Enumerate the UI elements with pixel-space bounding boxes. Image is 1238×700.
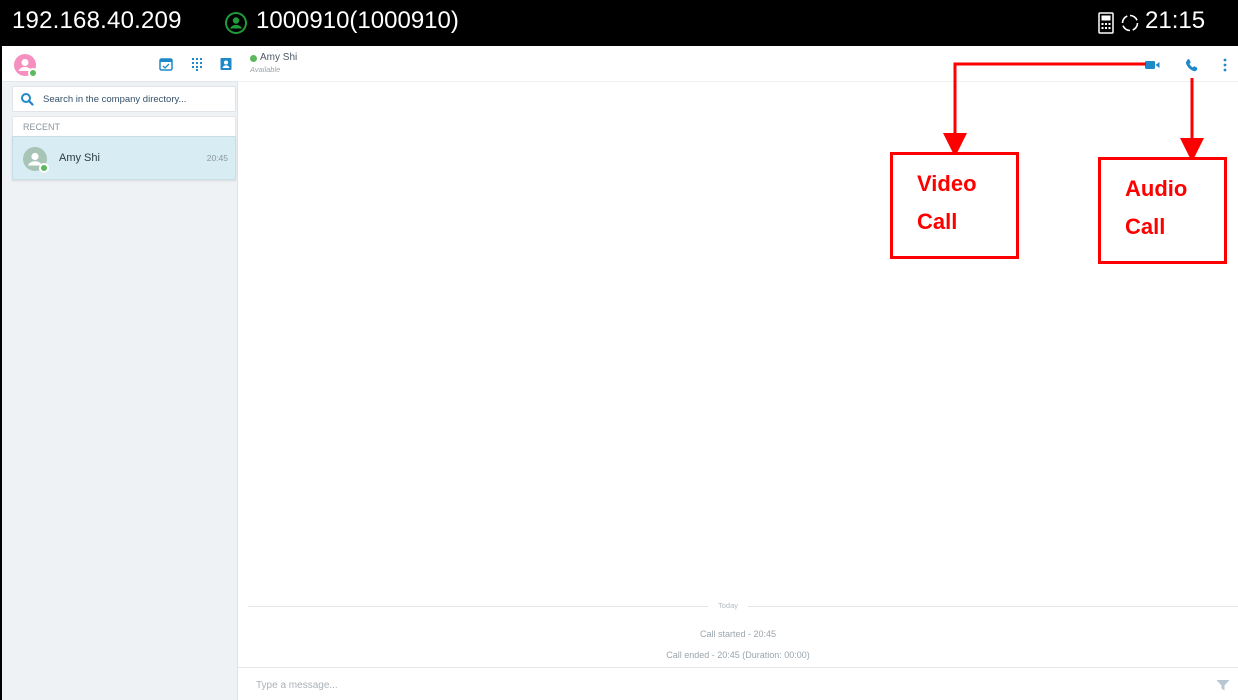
message-input[interactable] [256,676,1156,694]
system-message: Call started - 20:45 [699,629,777,639]
chat-header: Amy Shi Available [238,46,1238,82]
dialpad-icon[interactable] [190,57,204,71]
chat-contact-status: Available [250,65,281,74]
search-icon [21,93,34,106]
ip-address: 192.168.40.209 [12,7,182,34]
recent-contact-row[interactable]: Amy Shi 20:45 [12,136,236,180]
more-options-icon[interactable] [1216,57,1234,73]
video-call-callout-line2: Call [917,209,958,234]
audio-call-callout-line2: Call [1125,214,1166,239]
presence-dot [250,55,257,62]
date-separator: Today [708,601,749,610]
directory-search[interactable]: Search in the company directory... [12,86,236,112]
sidebar: Search in the company directory... RECEN… [0,46,238,700]
presence-dot [39,163,49,173]
search-placeholder: Search in the company directory... [43,94,187,105]
recent-section-label: RECENT [12,116,236,136]
sync-icon [1121,14,1139,32]
contacts-icon[interactable] [219,57,233,71]
video-call-callout-line1: Video [917,171,977,196]
calendar-icon[interactable] [159,57,173,71]
video-call-callout: Video Call [890,152,1019,259]
audio-call-callout: Audio Call [1098,157,1227,264]
audio-call-callout-line1: Audio [1125,176,1188,201]
video-call-icon[interactable] [1143,57,1161,73]
send-icon[interactable] [1216,679,1230,691]
my-avatar[interactable] [14,54,38,78]
presence-dot [28,68,38,78]
message-composer [238,667,1238,700]
status-bar: 192.168.40.209 1000910(1000910) 21:15 [0,0,1238,46]
audio-call-icon[interactable] [1183,57,1201,73]
account-label: 1000910(1000910) [256,7,459,34]
desk-phone-icon [1098,12,1114,34]
contact-name: Amy Shi [59,152,100,164]
clock: 21:15 [1145,7,1206,34]
chat-contact-name: Amy Shi [260,52,298,63]
chat-panel: Amy Shi Available Today Call started - 2… [238,46,1238,700]
system-message: Call ended - 20:45 (Duration: 00:00) [666,650,810,660]
account-status-icon [225,12,247,34]
contact-last-time: 20:45 [206,153,228,163]
contact-avatar [23,147,49,173]
sidebar-toolbar [2,46,238,82]
